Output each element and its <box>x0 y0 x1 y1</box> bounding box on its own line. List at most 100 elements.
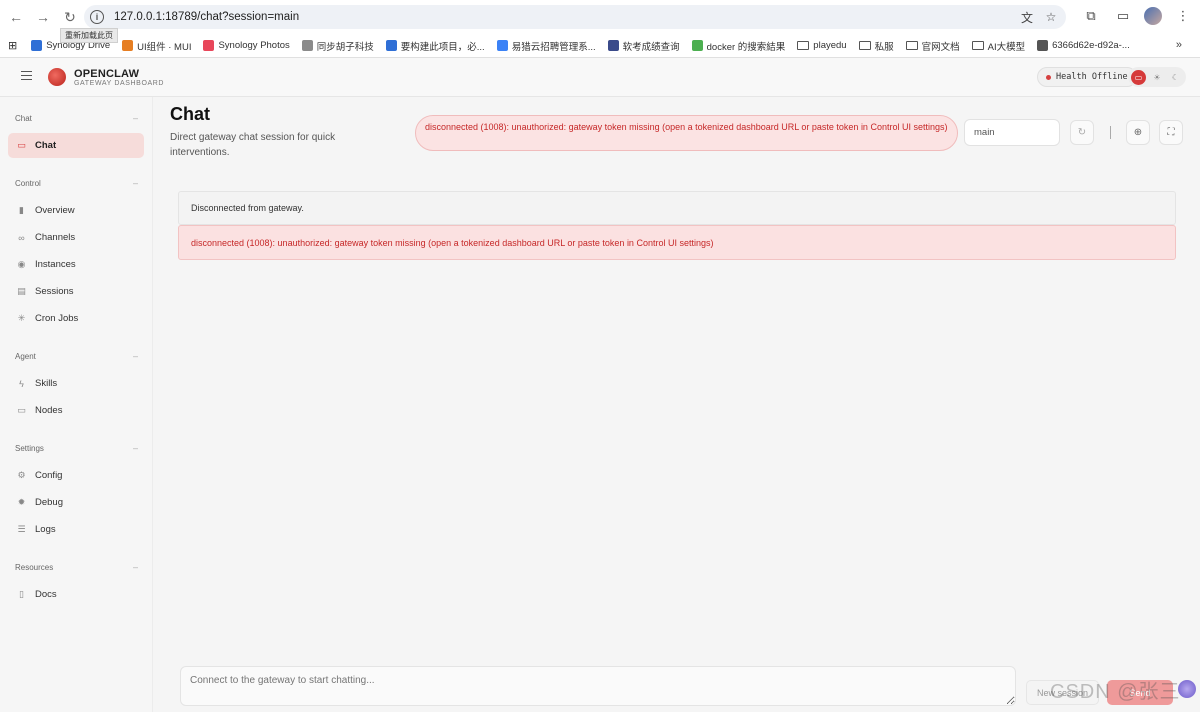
sidebar: Chat – ▭ Chat Control – ▮ Overview ∞ Channels ◉ Ins… <box>0 97 153 712</box>
reload-tooltip: 重新加载此页 <box>60 28 118 43</box>
sidebar-item-label: Debug <box>35 497 63 508</box>
lightning-icon: ϟ <box>19 378 24 389</box>
bookmark-item[interactable]: 易猎云招聘管理系... <box>496 39 596 53</box>
bookmark-label: playedu <box>813 40 847 51</box>
sidebar-item-skills[interactable]: ϟ Skills <box>8 371 144 396</box>
sidebar-item-docs[interactable]: ▯ Docs <box>8 582 144 607</box>
sidebar-item-label: Nodes <box>35 405 63 416</box>
translate-icon[interactable]: 文 <box>1018 8 1036 26</box>
apps-grid-icon[interactable]: ⊞ <box>8 39 17 52</box>
sidebar-item-label: Chat <box>35 140 57 151</box>
sidebar-item-logs[interactable]: ☰ Logs <box>8 517 144 542</box>
sidebar-item-instances[interactable]: ◉ Instances <box>8 252 144 277</box>
url-text[interactable]: 127.0.0.1:18789/chat?session=main <box>114 11 299 23</box>
sidebar-item-chat[interactable]: ▭ Chat <box>8 133 144 158</box>
cast-icon[interactable]: ▭ <box>1112 5 1134 27</box>
back-icon[interactable]: ← <box>4 5 28 29</box>
favicon-icon <box>122 40 134 51</box>
bookmark-label: 官网文档 <box>921 41 960 53</box>
folder-icon <box>971 41 984 50</box>
bookmark-item[interactable]: 6366d62e-d92a-... <box>1037 40 1130 51</box>
sidebar-item-config[interactable]: ⚙ Config <box>8 463 144 488</box>
send-button[interactable]: Send <box>1107 680 1173 705</box>
status-dot-icon <box>1046 74 1051 80</box>
book-icon: ▯ <box>19 589 24 599</box>
bookmark-star-icon[interactable]: ☆ <box>1042 8 1060 26</box>
collapse-icon[interactable]: – <box>133 178 138 188</box>
link-icon: ∞ <box>18 232 25 243</box>
sidebar-item-label: Logs <box>35 524 56 535</box>
refresh-icon[interactable]: ↻ <box>1070 120 1094 145</box>
gear-icon: ⚙ <box>17 470 26 480</box>
assistant-badge-icon[interactable] <box>1178 680 1196 698</box>
sidebar-item-debug[interactable]: ✹ Debug <box>8 490 144 515</box>
sidebar-item-label: Channels <box>35 232 76 243</box>
sidebar-item-sessions[interactable]: ▤ Sessions <box>8 279 144 304</box>
sidebar-item-label: Cron Jobs <box>35 313 79 324</box>
bookmark-item[interactable]: 软考成绩查询 <box>607 39 680 53</box>
collapse-icon[interactable]: – <box>133 562 138 572</box>
sidebar-section-chat[interactable]: Chat <box>15 114 32 123</box>
bookmark-item[interactable]: 同步胡子科技 <box>301 39 374 53</box>
health-status-text: Health Offline <box>1056 72 1128 82</box>
bookmark-item[interactable]: 私服 <box>858 39 894 53</box>
bookmark-item[interactable]: UI组件 · MUI <box>122 39 191 53</box>
page-subtitle: Direct gateway chat session for quick in… <box>170 132 336 158</box>
thinking-toggle-icon[interactable]: ⊕ <box>1126 120 1150 145</box>
sidebar-section-agent[interactable]: Agent <box>15 352 36 361</box>
browser-toolbar: ← → ↻ i 127.0.0.1:18789/chat?session=mai… <box>0 0 1200 34</box>
app-header <box>0 58 1200 97</box>
document-icon: ▤ <box>17 286 26 296</box>
bookmark-item[interactable]: playedu <box>797 40 847 51</box>
favicon-icon <box>301 40 313 51</box>
light-theme-icon[interactable]: ☀ <box>1150 70 1165 85</box>
forward-icon[interactable]: → <box>31 5 55 29</box>
brand-subtitle: GATEWAY DASHBOARD <box>74 80 165 87</box>
connection-error-banner: disconnected (1008): unauthorized: gatew… <box>415 115 958 151</box>
sidebar-item-overview[interactable]: ▮ Overview <box>8 198 144 223</box>
bug-icon: ✹ <box>17 497 26 507</box>
sidebar-item-channels[interactable]: ∞ Channels <box>8 225 144 250</box>
favicon-icon <box>385 40 397 51</box>
collapse-icon[interactable]: – <box>133 351 138 361</box>
hamburger-menu-icon[interactable] <box>21 71 32 80</box>
extensions-icon[interactable]: ⧉ <box>1080 5 1102 27</box>
bookmark-label: 私服 <box>874 41 894 53</box>
menu-icon[interactable]: ⋮ <box>1172 5 1194 27</box>
dark-theme-icon[interactable]: ☾ <box>1168 70 1183 85</box>
chat-thread: Disconnected from gateway. disconnected … <box>178 191 1176 261</box>
address-bar[interactable]: i 127.0.0.1:18789/chat?session=main 文 ☆ <box>84 5 1066 29</box>
scroll-icon: ☰ <box>17 524 26 534</box>
message-composer[interactable] <box>180 666 1016 706</box>
bookmark-item[interactable]: 官网文档 <box>905 39 960 53</box>
sidebar-item-cron-jobs[interactable]: ✳ Cron Jobs <box>8 306 144 331</box>
folder-icon <box>797 41 810 50</box>
reload-icon[interactable]: ↻ <box>58 5 82 29</box>
sidebar-section-control[interactable]: Control <box>15 179 41 188</box>
collapse-icon[interactable]: – <box>133 113 138 123</box>
sidebar-item-nodes[interactable]: ▭ Nodes <box>8 398 144 423</box>
collapse-icon[interactable]: – <box>133 443 138 453</box>
bookmark-item[interactable]: Synology Photos <box>203 40 290 51</box>
more-bookmarks-icon[interactable]: » <box>1176 39 1182 51</box>
sidebar-item-label: Instances <box>35 259 76 270</box>
bookmark-label: 软考成绩查询 <box>622 41 680 53</box>
bookmark-item[interactable]: AI大模型 <box>971 39 1025 53</box>
error-callout: disconnected (1008): unauthorized: gatew… <box>178 225 1176 260</box>
sidebar-section-settings[interactable]: Settings <box>15 444 44 453</box>
new-session-button[interactable]: New session <box>1026 680 1099 705</box>
sidebar-section-resources[interactable]: Resources <box>15 563 53 572</box>
focus-mode-icon[interactable]: ⛶ <box>1159 120 1183 145</box>
bookmark-label: UI组件 · MUI <box>137 41 192 53</box>
system-theme-icon[interactable]: ▭ <box>1131 69 1146 85</box>
bookmark-item[interactable]: docker 的搜索結果 <box>691 39 785 53</box>
bookmark-label: 要构建此项目，必... <box>400 41 485 53</box>
bookmark-item[interactable]: 要构建此项目，必... <box>385 39 485 53</box>
sidebar-item-label: Overview <box>35 205 75 216</box>
site-info-icon[interactable]: i <box>90 10 104 24</box>
folder-icon <box>905 41 918 50</box>
profile-avatar[interactable] <box>1144 7 1162 25</box>
bookmark-label: 易猎云招聘管理系... <box>511 41 596 53</box>
monitor-icon: ▭ <box>17 405 26 415</box>
session-key-input[interactable] <box>964 119 1060 146</box>
